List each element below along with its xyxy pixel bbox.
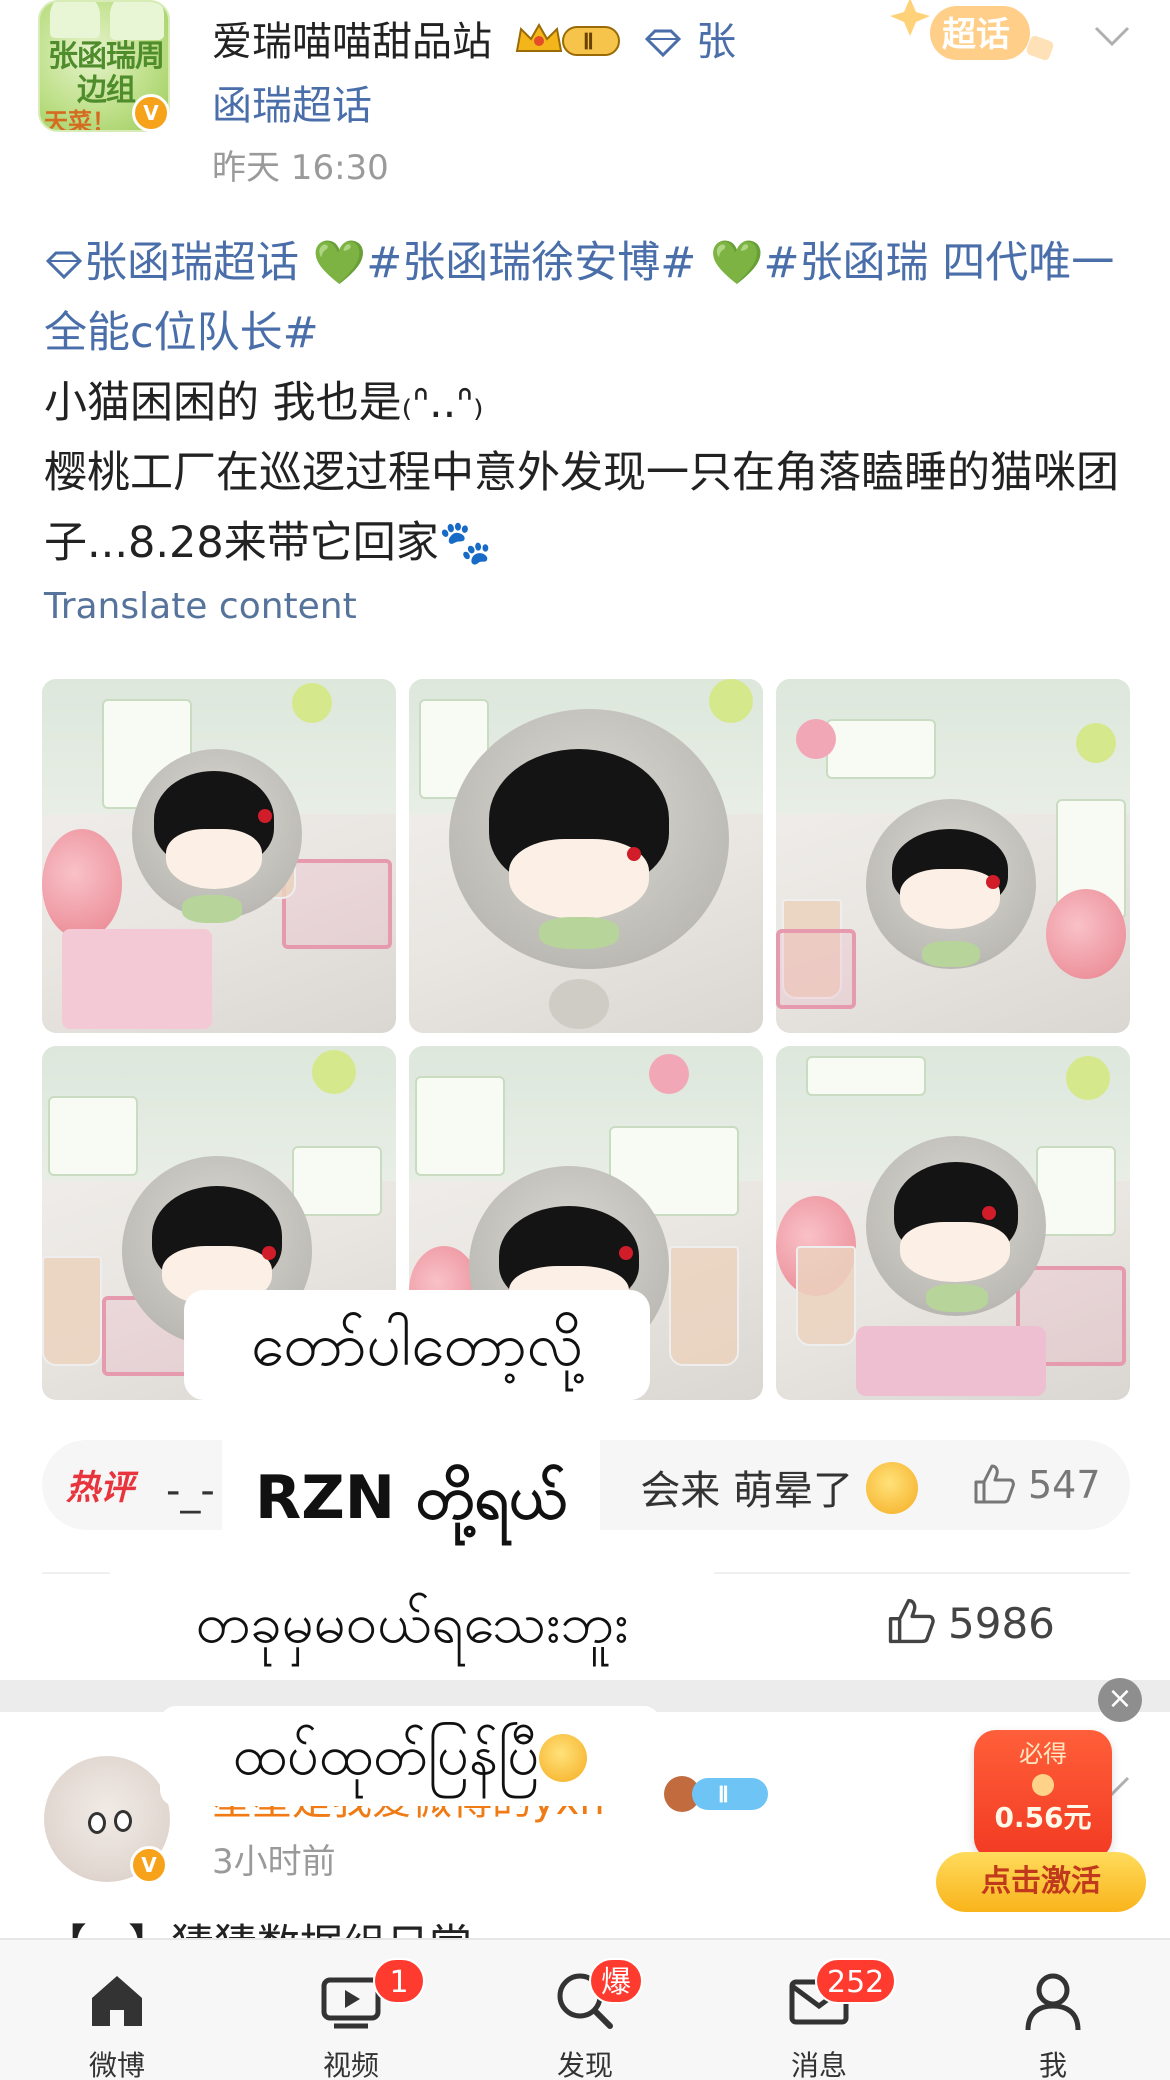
subtitle-text: ထပ်ထုတ်ပြန်ပြီ: [232, 1723, 540, 1788]
verified-icon: V: [132, 94, 170, 132]
hashtag-link[interactable]: #张函瑞徐安博#: [366, 238, 696, 288]
red-packet-must-label: 必得: [1019, 1740, 1067, 1768]
notification-badge: 252: [815, 1958, 897, 2004]
tab-video[interactable]: 视频 1: [291, 1958, 425, 2080]
thumbs-up-icon: [974, 1464, 1015, 1504]
bottom-tab-bar: 微博 视频 1 发现 爆 消息 252 我: [0, 1938, 1170, 2080]
paw-emoji: 🐾: [438, 518, 493, 568]
post-image[interactable]: [42, 679, 396, 1033]
hot-comment-like-button[interactable]: 547: [972, 1462, 1101, 1507]
tab-label: 我: [1038, 2049, 1067, 2080]
body-line: 樱桃工厂在巡逻过程中意外发现一只在角落瞌睡的猫咪团子...8.28来带它回家: [44, 448, 1119, 568]
red-packet-coin-icon: [1032, 1774, 1054, 1796]
hot-comment-prefix: -_-: [166, 1468, 215, 1514]
subtitle-overlay: ထပ်ထုတ်ပြန်ပြီ: [160, 1706, 660, 1806]
post-image[interactable]: [776, 679, 1130, 1033]
post-avatar[interactable]: 张函瑞周边组 天菜！ V: [38, 0, 174, 132]
kaomoji: ₍ᐢ..ᐢ₎: [401, 378, 484, 428]
post-body: 张函瑞超话 💚#张函瑞徐安博# 💚#张函瑞 四代唯一全能c位队长# 小猫困困的 …: [44, 228, 1134, 578]
crying-face-emoji-icon: [539, 1734, 588, 1782]
tab-label: 视频: [322, 2049, 379, 2080]
subtitle-overlay: RZN တို့ရယ်: [222, 1436, 600, 1560]
supertopic-badge[interactable]: 超话: [890, 0, 1060, 70]
dizzy-face-emoji-icon: [865, 1462, 918, 1514]
tab-profile[interactable]: 我: [993, 1968, 1113, 2080]
chevron-down-icon[interactable]: [1090, 14, 1134, 58]
like-count: 5986: [948, 1599, 1055, 1648]
home-icon: [92, 1976, 142, 2026]
tab-home[interactable]: 微博: [57, 1968, 177, 2080]
tab-discover[interactable]: 发现 爆: [525, 1958, 645, 2080]
hot-comment-like-count: 547: [1028, 1463, 1101, 1507]
red-packet-amount: 0.56元: [994, 1801, 1092, 1834]
green-heart-emoji: 💚: [312, 238, 367, 288]
translate-link[interactable]: Translate content: [44, 586, 357, 627]
activate-button[interactable]: 点击激活: [936, 1852, 1146, 1912]
member-level-badge: Ⅱ: [664, 1776, 768, 1812]
body-line: 小猫困困的 我也是: [44, 378, 402, 428]
thumbs-up-icon: [888, 1598, 935, 1644]
tab-label: 消息: [790, 2049, 847, 2080]
hot-badge: 爆: [589, 1958, 643, 2004]
supertopic-diamond-icon: [645, 29, 682, 58]
svg-text:Ⅱ: Ⅱ: [583, 29, 594, 54]
like-button[interactable]: 5986: [886, 1596, 1055, 1648]
hot-comment-suffix: 会来 萌晕了: [640, 1468, 854, 1514]
vip-crown-icon: Ⅱ: [515, 22, 620, 56]
verified-icon: V: [130, 1846, 168, 1884]
post2-timestamp: 3小时前: [212, 1842, 336, 1882]
post-header: 爱瑞喵喵甜品站 Ⅱ 张函瑞超话: [212, 10, 772, 138]
username[interactable]: 爱瑞喵喵甜品站: [212, 19, 492, 65]
hot-comment-tag: 热评: [66, 1468, 134, 1508]
subtitle-overlay: တော်ပါတော့လို့: [184, 1290, 650, 1400]
supertopic-diamond-icon: [45, 251, 83, 280]
post-timestamp: 昨天 16:30: [212, 148, 389, 188]
profile-icon: [1025, 1973, 1081, 2031]
subtitle-overlay: တခုမှမဝယ်ရသေးဘူး: [110, 1572, 714, 1676]
post-image[interactable]: [776, 1046, 1130, 1400]
tab-label: 微博: [88, 2049, 145, 2080]
red-packet-widget[interactable]: 必得 0.56元: [974, 1730, 1112, 1860]
post-image[interactable]: [409, 679, 763, 1033]
avatar-tag: 天菜！: [44, 108, 116, 132]
close-icon[interactable]: ×: [1098, 1678, 1142, 1722]
body-topic-link[interactable]: 张函瑞超话: [84, 238, 299, 288]
tab-label: 发现: [556, 2049, 613, 2080]
tab-messages[interactable]: 消息 252: [759, 1958, 897, 2080]
notification-badge: 1: [373, 1958, 425, 2004]
svg-text:Ⅱ: Ⅱ: [718, 1782, 729, 1807]
green-heart-emoji: 💚: [709, 238, 764, 288]
svg-text:超话: 超话: [942, 15, 1010, 55]
